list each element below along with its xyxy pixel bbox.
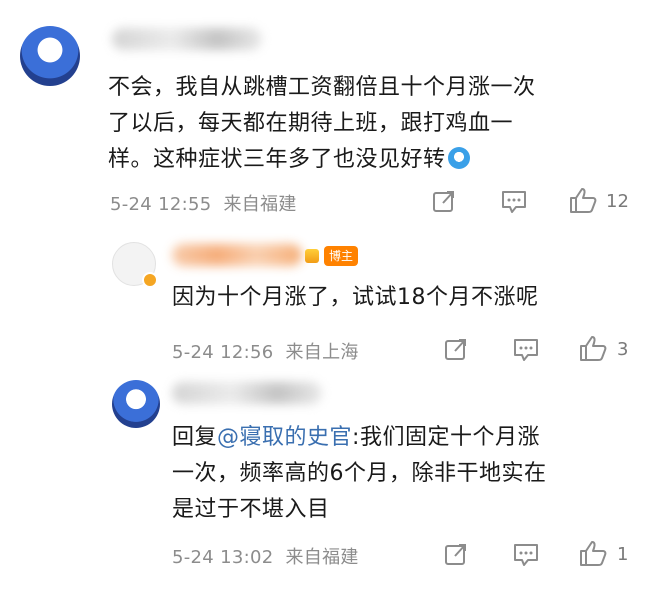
thumbs-up-icon: [580, 541, 607, 566]
share-button[interactable]: [443, 541, 469, 567]
mention-link[interactable]: @寝取的史官: [217, 425, 352, 450]
comment-icon: [514, 544, 538, 566]
like-button[interactable]: [578, 539, 608, 567]
comment-location: 来自福建: [285, 547, 359, 568]
username-blurred[interactable]: [172, 382, 322, 404]
reply-prefix: 回复: [172, 425, 218, 450]
comment-line-1: 回复@寝取的史官:我们固定十个月涨: [172, 420, 642, 456]
comment-line-2: 一次，频率高的6个月，除非干地实在: [172, 461, 547, 486]
comment-line-1-rest: :我们固定十个月涨: [352, 425, 540, 450]
share-icon: [445, 544, 466, 565]
comment-text: 回复@寝取的史官:我们固定十个月涨 一次，频率高的6个月，除非干地实在 是过于不…: [172, 420, 642, 528]
comment-button[interactable]: [512, 542, 540, 568]
avatar[interactable]: [112, 380, 160, 428]
comment-3: 回复@寝取的史官:我们固定十个月涨 一次，频率高的6个月，除非干地实在 是过于不…: [0, 0, 653, 595]
comment-meta: 5-24 13:02 来自福建: [172, 543, 359, 569]
like-count: 1: [617, 544, 629, 565]
comment-line-3: 是过于不堪入目: [172, 497, 330, 522]
comment-time: 5-24 13:02: [172, 547, 274, 568]
